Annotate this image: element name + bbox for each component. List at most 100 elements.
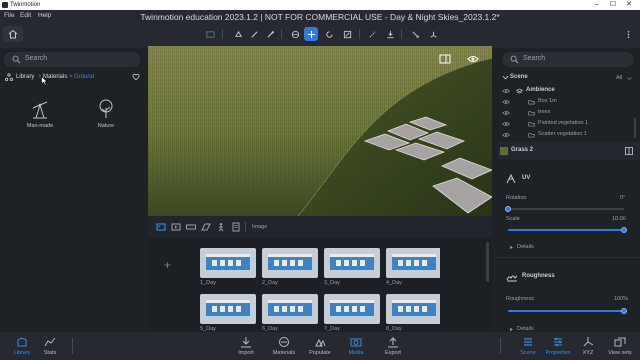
snap-button[interactable] — [365, 27, 379, 41]
dock-materials-button[interactable]: Materials — [264, 336, 304, 356]
dock-label: Stats — [43, 350, 57, 356]
library-item-man-made[interactable]: Man-made — [20, 98, 60, 129]
drop-to-floor-button[interactable] — [383, 27, 397, 41]
visibility-eye-icon[interactable] — [502, 110, 510, 116]
mouse-cursor-icon — [41, 76, 48, 86]
media-thumbnail[interactable] — [324, 248, 380, 278]
screen-layout-icon[interactable] — [439, 54, 451, 64]
toolbar-separator — [222, 29, 223, 39]
move-object-button[interactable] — [231, 27, 245, 41]
minimize-button[interactable]: – — [590, 0, 604, 10]
dock-export-button[interactable]: Export — [373, 336, 413, 356]
thumbnail-window — [398, 306, 403, 312]
scene-tree-item[interactable]: Box 1m — [498, 97, 636, 108]
scene-scrollbar[interactable] — [634, 118, 636, 138]
thumbnail-window — [228, 306, 233, 312]
globe-icon — [291, 30, 299, 38]
favorite-heart-icon[interactable] — [132, 73, 140, 81]
scene-filter-dropdown[interactable]: All — [616, 75, 622, 81]
align-button[interactable] — [408, 27, 422, 41]
scale-slider-knob[interactable] — [621, 227, 627, 233]
rotation-value[interactable]: 0° — [620, 195, 625, 201]
thumbnail-window — [352, 306, 357, 312]
rotate-tool-button[interactable] — [322, 27, 336, 41]
image-tab-icon[interactable] — [156, 222, 166, 232]
scene-search-field[interactable]: Search — [502, 52, 634, 67]
visibility-eye-icon[interactable] — [502, 132, 510, 138]
library-search-field[interactable]: Search — [4, 52, 140, 67]
panel-layout-icon[interactable] — [625, 147, 633, 155]
scale-label: Scale — [506, 216, 520, 222]
media-thumbnails: 1_Day 2_Day 3_Day 4_Day 5_Day 6_Day 7_Day 8_Day — [200, 248, 440, 332]
scene-tree: Ambience Box 1m trees Painted vegetation 1 S… — [498, 86, 636, 142]
gizmo-button[interactable] — [426, 27, 440, 41]
video-tab-icon[interactable] — [171, 222, 181, 232]
scene-tree-item[interactable]: Painted vegetation 1 — [498, 119, 636, 130]
media-thumbnail[interactable] — [324, 294, 380, 324]
home-button[interactable] — [3, 26, 23, 42]
scene-tree-item[interactable]: Scatter vegetation 1 — [498, 130, 636, 141]
media-scrollbar[interactable] — [486, 242, 489, 282]
thumbnail-window — [344, 306, 349, 312]
media-thumbnail[interactable] — [386, 248, 440, 278]
screen-toggle-button[interactable] — [203, 27, 217, 41]
dock-separator — [72, 338, 73, 354]
scene-tree-item[interactable]: trees — [498, 108, 636, 119]
phased-tab-icon[interactable] — [201, 222, 211, 232]
details-chevron-icon[interactable] — [509, 245, 514, 250]
document-tab-icon[interactable] — [231, 222, 241, 232]
uv-grid-icon — [506, 174, 516, 184]
roughness-slider[interactable] — [508, 308, 627, 314]
maximize-button[interactable]: ☐ — [606, 0, 620, 10]
scale-tool-button[interactable] — [340, 27, 354, 41]
rotation-slider-knob[interactable] — [505, 206, 511, 212]
dock-view-sets-button[interactable]: View sets — [600, 336, 640, 356]
scene-tree-item[interactable]: Ambience — [498, 86, 636, 97]
visibility-eye-icon[interactable] — [502, 121, 510, 127]
breadcrumb-library[interactable]: Library — [16, 74, 34, 80]
scale-slider[interactable] — [508, 227, 627, 233]
close-window-button[interactable]: ✕ — [622, 0, 636, 10]
thumbnail-label: 2_Day — [262, 280, 278, 286]
media-thumbnail[interactable] — [386, 294, 440, 324]
section-divider — [498, 257, 640, 258]
view-sets-icon — [614, 337, 626, 347]
media-thumbnail[interactable] — [262, 248, 318, 278]
thumbnail-window — [406, 260, 411, 266]
folder-icon — [528, 133, 535, 138]
export-icon — [388, 337, 398, 348]
visibility-eye-icon[interactable] — [502, 99, 510, 105]
thumbnail-window — [290, 306, 295, 312]
uv-details-toggle[interactable]: Details — [517, 244, 534, 250]
media-thumbnail[interactable] — [200, 294, 256, 324]
properties-icon — [554, 337, 562, 347]
paint-button[interactable] — [247, 27, 261, 41]
dock-media-button[interactable]: Media — [336, 336, 376, 356]
collapse-chevron-icon[interactable] — [502, 74, 509, 81]
rotation-slider[interactable] — [505, 206, 624, 212]
more-options-button[interactable] — [621, 27, 635, 41]
add-media-button[interactable]: + — [164, 258, 171, 272]
roughness-value[interactable]: 100% — [614, 296, 628, 302]
library-item-nature[interactable]: Nature — [86, 98, 126, 129]
eye-icon[interactable] — [467, 54, 479, 64]
media-thumbnail[interactable] — [262, 294, 318, 324]
toolbar-separator — [359, 29, 360, 39]
local-axis-button[interactable] — [288, 27, 302, 41]
visibility-eye-icon[interactable] — [502, 88, 510, 94]
scale-value[interactable]: 10.00 — [612, 216, 626, 222]
eyedropper-button[interactable] — [263, 27, 277, 41]
3d-viewport[interactable] — [148, 46, 492, 216]
roughness-label: Roughness — [506, 296, 534, 302]
dock-populate-button[interactable]: Populate — [300, 336, 340, 356]
media-thumbnail[interactable] — [200, 248, 256, 278]
dock-stats-button[interactable]: Stats — [30, 336, 70, 356]
scale-slider-fill — [508, 229, 624, 231]
xyz-icon — [583, 337, 594, 347]
person-tab-icon[interactable] — [216, 222, 226, 232]
move-tool-button[interactable] — [304, 27, 318, 41]
dock-import-button[interactable]: Import — [226, 336, 266, 356]
roughness-slider-knob[interactable] — [621, 308, 627, 314]
panorama-tab-icon[interactable] — [186, 222, 196, 232]
folder-icon — [528, 111, 535, 116]
